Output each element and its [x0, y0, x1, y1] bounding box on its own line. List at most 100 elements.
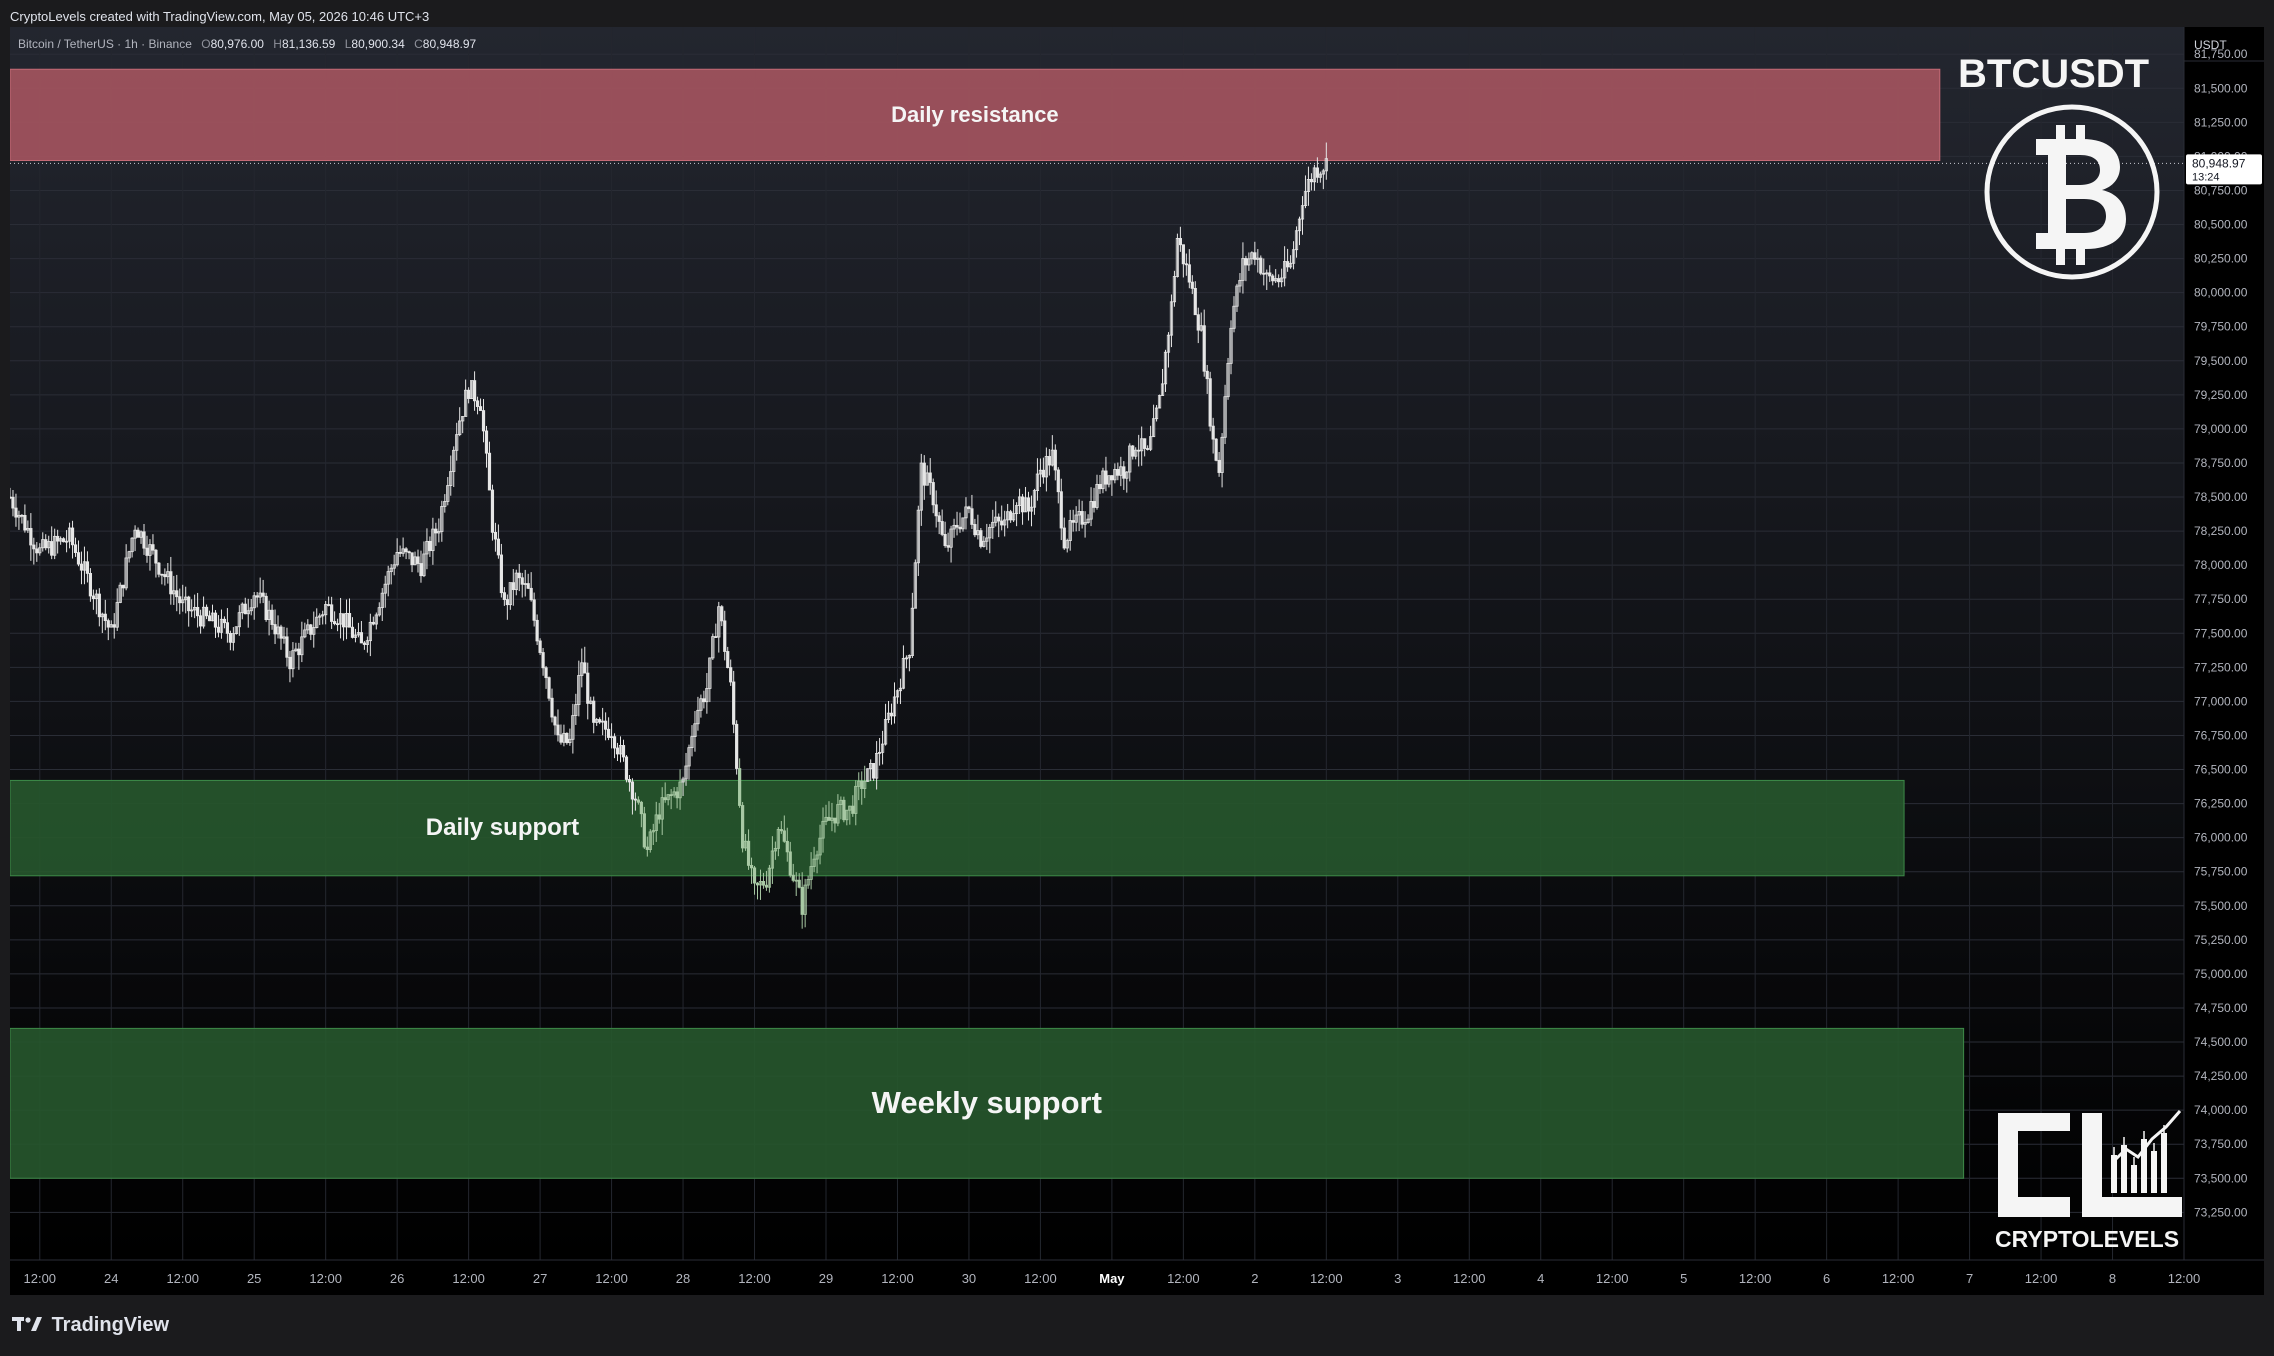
time-tick-label: 29	[819, 1271, 833, 1286]
price-tick-label: 81,500.00	[2194, 81, 2248, 95]
candle-body	[1062, 527, 1066, 549]
candle-body	[1110, 475, 1114, 481]
candle-body	[749, 865, 754, 869]
candle-body	[797, 879, 801, 888]
candle-body	[851, 805, 855, 814]
candle-body	[502, 592, 506, 600]
candle-body	[755, 882, 760, 886]
tradingview-logo[interactable]: TradingView	[12, 1314, 169, 1337]
candle-body	[398, 551, 402, 554]
candle-body	[842, 799, 846, 821]
low-value: 80,900.34	[351, 37, 405, 51]
price-chart[interactable]: USDT81,750.0081,500.0081,250.0081,000.00…	[10, 27, 2264, 1295]
candle-body	[606, 728, 611, 738]
candle-body	[23, 515, 27, 531]
candle-body	[478, 406, 483, 411]
candle-body	[1098, 483, 1102, 490]
candle-body	[779, 829, 783, 832]
candle-body	[1187, 264, 1191, 283]
time-tick-label: 12:00	[309, 1271, 342, 1286]
candle-body	[270, 609, 274, 625]
bitcoin-b-tick	[2076, 125, 2085, 141]
candle-body	[800, 886, 804, 915]
candle-body	[604, 720, 608, 730]
time-tick-label: 12:00	[881, 1271, 914, 1286]
time-tick-label: 12:00	[1167, 1271, 1200, 1286]
candle-body	[973, 524, 977, 536]
candle-body	[1056, 469, 1060, 493]
chart-area[interactable]: USDT81,750.0081,500.0081,250.0081,000.00…	[10, 27, 2264, 1295]
candle-body	[505, 599, 509, 606]
candle-body	[702, 698, 706, 703]
time-tick-label: 12:00	[1310, 1271, 1343, 1286]
time-tick-label: 12:00	[2025, 1271, 2058, 1286]
price-tick-label: 79,750.00	[2194, 320, 2248, 334]
candle-body	[517, 572, 521, 579]
daily-resistance-label: Daily resistance	[891, 101, 1059, 127]
candle-body	[741, 805, 745, 849]
price-tick-label: 77,750.00	[2194, 592, 2248, 606]
candle-body	[154, 549, 158, 564]
attribution-text: CryptoLevels created with TradingView.co…	[10, 9, 430, 24]
candle-body	[475, 400, 480, 407]
candle-body	[1309, 178, 1314, 183]
candle-body	[761, 881, 766, 886]
candle-body	[467, 389, 471, 399]
candle-body	[1208, 378, 1212, 427]
candle-body	[1146, 448, 1150, 450]
candle-body	[1217, 459, 1221, 473]
high-value: 81,136.59	[281, 37, 336, 51]
candle-body	[76, 552, 81, 565]
candle-body	[1116, 468, 1120, 476]
candle-body	[997, 516, 1001, 522]
candle-body	[142, 531, 146, 549]
candle-body	[499, 554, 503, 594]
time-tick-label: 12:00	[1882, 1271, 1915, 1286]
candle-body	[946, 545, 950, 548]
candle-body	[222, 618, 227, 624]
candle-body	[50, 541, 54, 556]
candle-body	[553, 716, 557, 726]
candle-body	[419, 563, 423, 577]
candle-body	[362, 642, 366, 645]
candle-body	[729, 667, 733, 683]
candle-body	[788, 851, 792, 876]
price-tick-label: 80,000.00	[2194, 286, 2248, 300]
candle-body	[1262, 272, 1266, 275]
candle-body	[1181, 244, 1185, 265]
candle-body	[1202, 325, 1206, 372]
time-axis[interactable]: 12:00 24 12:00 25 12:00 26 12:00 27 12:00 28 12:00…	[10, 1259, 2264, 1295]
close-label: C	[414, 37, 423, 51]
candle-body	[1184, 263, 1188, 266]
time-tick-label: 27	[533, 1271, 547, 1286]
candle-body	[163, 574, 167, 578]
time-tick-label: 8	[2109, 1271, 2116, 1286]
candle-body	[940, 521, 944, 535]
price-tick-label: 76,000.00	[2194, 831, 2248, 845]
candle-body	[1041, 469, 1045, 478]
candle-body	[204, 606, 209, 617]
open-label: O	[201, 37, 211, 51]
candle-body	[1047, 456, 1051, 466]
candle-body	[565, 732, 569, 744]
candle-body	[285, 636, 289, 658]
candle-body	[675, 791, 679, 799]
tradingview-logo-text: TradingView	[51, 1314, 170, 1336]
candle-body	[979, 530, 983, 547]
zone-rect-1	[10, 779, 1905, 877]
candle-body	[639, 801, 643, 815]
candle-body	[621, 745, 626, 758]
candle-body	[541, 652, 545, 669]
candle-body	[627, 779, 632, 783]
candle-body	[764, 884, 769, 888]
candle-body	[151, 544, 155, 551]
candle-body	[136, 529, 140, 538]
attribution-bar: CryptoLevels created with TradingView.co…	[0, 0, 2274, 27]
price-tick-label: 76,250.00	[2194, 797, 2248, 811]
candle-body	[958, 526, 962, 530]
candle-body	[404, 548, 408, 553]
candle-body	[160, 573, 164, 576]
candle-body	[1020, 496, 1025, 513]
price-tick-label: 76,500.00	[2194, 763, 2248, 777]
price-axis[interactable]: USDT81,750.0081,500.0081,250.0081,000.00…	[2183, 27, 2264, 1295]
